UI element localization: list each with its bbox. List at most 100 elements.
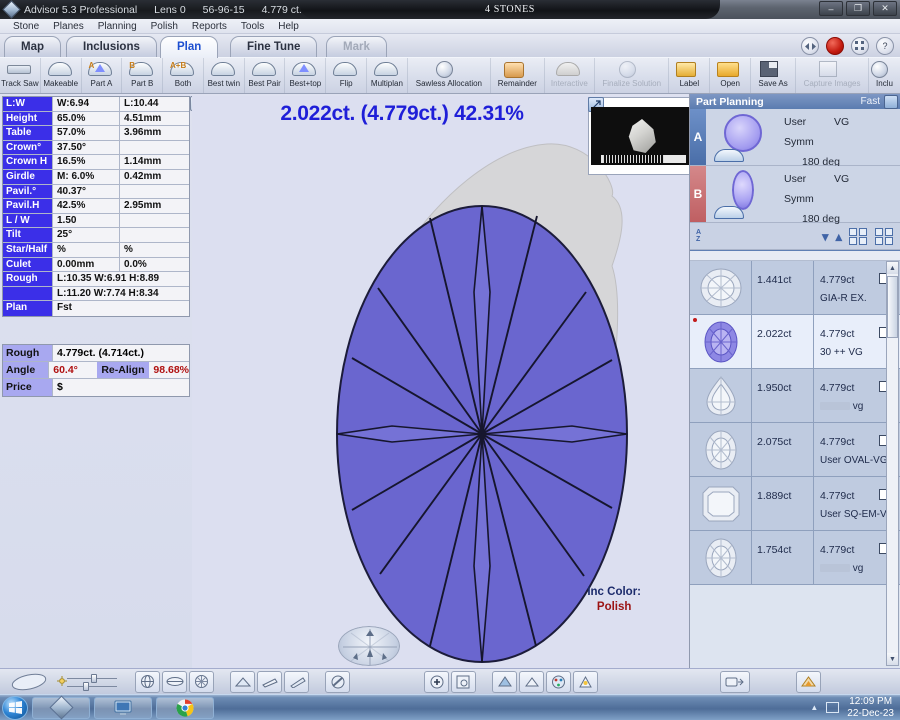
close-button[interactable]: ✕ [873,1,897,16]
toolbar-button-part-a[interactable]: A Part A [82,58,123,93]
param-value-1: W:6.94 [53,97,120,111]
zoom-in-icon[interactable] [424,670,449,693]
brightness-slider-icon[interactable] [57,671,119,693]
taskbar-item-advisor-app[interactable] [32,695,90,720]
toolbar-button-part-b[interactable]: B Part B [122,58,164,93]
dome-icon[interactable] [230,670,255,693]
menu-item-polish[interactable]: Polish [144,19,185,34]
toolbar-button-both[interactable]: A+B Both [163,58,204,93]
part-planning-row-a[interactable]: A User VG Symm 180 deg [690,109,900,168]
menu-item-planes[interactable]: Planes [46,19,91,34]
document-title: 4 STONES [485,4,535,15]
nav-arrows-icon[interactable] [801,37,819,55]
toolbar-button-best-pair[interactable]: Best Pair [245,58,286,93]
result-grade-text: vg [852,401,864,412]
scroll-thumb[interactable] [887,276,898,338]
chevron-down-icon[interactable]: ▾ [822,230,829,243]
toolbar-button-inclusions[interactable]: Inclu [869,58,900,93]
tab-map[interactable]: Map [4,36,61,58]
help-icon[interactable]: ? [876,37,894,55]
taskbar-item-chrome-browser[interactable] [156,696,214,719]
app-logo-diamond-icon [2,0,21,19]
sort-az-icon[interactable]: AZ [696,229,701,243]
facet-pattern-icon[interactable] [189,670,214,693]
app-name: Advisor 5.3 Professional [24,3,138,16]
toolbar-button-makeable[interactable]: Makeable [41,58,82,93]
tab-fine-tune[interactable]: Fine Tune [230,36,318,58]
record-red-icon[interactable] [826,37,844,55]
expand-grid-icon[interactable] [875,227,894,245]
table-row[interactable]: 1.754ct 4.779ct vg [690,531,900,585]
ellipse-icon[interactable] [162,670,187,693]
minimize-button[interactable]: – [819,1,843,16]
cut-plane-2-icon[interactable] [284,670,309,693]
scroll-up-arrow[interactable]: ▲ [887,262,898,274]
toolbar-button-finalize-solution[interactable]: Finalize Solution [595,58,670,93]
link-views-icon[interactable] [720,670,750,693]
cut-plane-icon[interactable] [257,670,282,693]
stone-3d-viewport[interactable]: 2.022ct. (4.779ct.) 42.31% Inc Color: Po… [192,96,689,668]
shade-icon[interactable] [492,670,517,693]
toolbar-button-best-top[interactable]: Best+top [285,58,327,93]
result-shape-cell [690,423,752,476]
chevron-up-icon[interactable]: ▲ [810,703,818,712]
table-row[interactable]: 1.441ct 4.779ct GIA-R EX. [690,261,900,315]
floppy-save-icon [760,59,786,78]
summary-price-label: Price [3,379,53,396]
results-scrollbar[interactable]: ▲ ▼ [886,261,899,666]
no-entry-icon[interactable] [884,94,898,109]
grid-icon[interactable] [851,37,869,55]
table-row[interactable]: 1.889ct 4.779ct User SQ-EM-V [690,477,900,531]
toolbar-button-track-saw[interactable]: Track Saw [0,58,41,93]
menu-item-help[interactable]: Help [271,19,306,34]
toolbar-button-label[interactable]: Label [669,58,711,93]
globe-icon[interactable] [135,670,160,693]
summary-row-rough: Rough 4.779ct. (4.714ct.) [3,345,189,362]
tab-mark[interactable]: Mark [326,36,387,58]
part-b-grade: VG [834,173,850,185]
part-b-cut: User [784,173,807,185]
toolbar-button-interactive[interactable]: Interactive [545,58,595,93]
param-key: Crown H [3,155,53,169]
table-row[interactable]: 2.075ct 4.779ct User OVAL-VG [690,423,900,477]
menu-item-planning[interactable]: Planning [91,19,144,34]
rough-photo-thumbnail[interactable] [588,97,689,175]
toolbar-button-flip[interactable]: Flip [326,58,368,93]
toolbar-button-best-twin[interactable]: Best twin [204,58,245,93]
crown-view-icon[interactable] [519,670,544,693]
scroll-down-arrow[interactable]: ▼ [887,653,898,665]
table-row[interactable]: 1.950ct 4.779ct vg [690,369,900,423]
pointer-ellipse-icon[interactable] [3,671,55,693]
toolbar-button-remainder[interactable]: Remainder [491,58,545,93]
marker-icon[interactable] [573,670,598,693]
tab-inclusions[interactable]: Inclusions [66,36,157,58]
toolbar-button-save-as[interactable]: Save As [751,58,797,93]
result-shape-cell [690,531,752,584]
toolbar-button-open[interactable]: Open [710,58,752,93]
stone-render[interactable] [192,96,689,668]
check-all-icon[interactable] [849,227,868,245]
network-icon[interactable] [826,702,840,713]
windows-start-orb[interactable] [2,695,28,720]
zoom-out-icon[interactable] [451,670,476,693]
taskbar-item-display-app[interactable] [94,696,152,719]
globe-glyph [141,675,154,688]
polish-icon[interactable] [325,670,350,693]
menu-item-tools[interactable]: Tools [234,19,271,34]
part-planning-row-b[interactable]: B User VG Symm 180 deg [690,166,900,225]
home-view-icon[interactable] [796,670,821,693]
toolbar-button-sawless-allocation[interactable]: Sawless Allocation [408,58,491,93]
maximize-button[interactable]: ❐ [846,1,870,16]
results-sort-toolbar: AZ ▾ ▴ [690,223,900,250]
toolbar-button-capture-images[interactable]: Capture Images [796,58,869,93]
menu-item-stone[interactable]: Stone [6,19,46,34]
navigation-pad-icon[interactable] [338,626,400,666]
tab-plan[interactable]: Plan [160,36,219,58]
color-palette-icon[interactable] [546,670,571,693]
menu-item-reports[interactable]: Reports [185,19,234,34]
taskbar-clock[interactable]: 12:09 PM 22-Dec-23 [847,696,894,720]
toolbar-button-multiplan[interactable]: Multiplan [367,58,408,93]
table-row[interactable]: 2.022ct 4.779ct 30 ++ VG [690,315,900,369]
results-list[interactable]: 1.441ct 4.779ct GIA-R EX. 2.022ct 4.779c… [690,251,900,668]
chevron-up-icon[interactable]: ▴ [835,230,842,243]
